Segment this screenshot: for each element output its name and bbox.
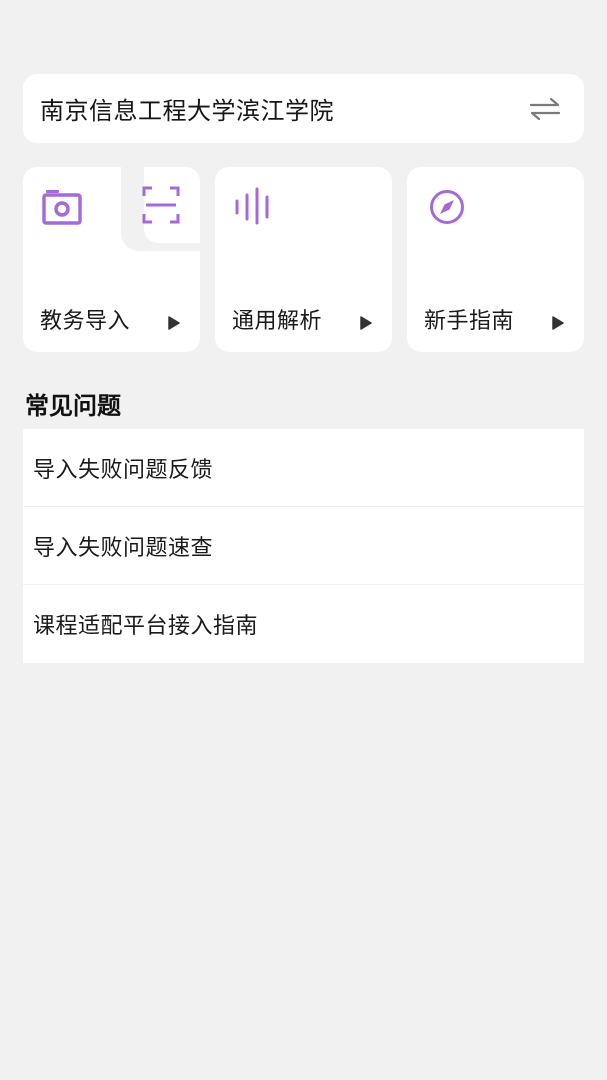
- faq-title: 常见问题: [25, 392, 121, 420]
- faq-item-import-quick-check[interactable]: 导入失败问题速查: [23, 507, 584, 585]
- swap-arrows-icon[interactable]: [528, 94, 562, 124]
- scan-icon[interactable]: [141, 185, 181, 229]
- faq-item-platform-guide[interactable]: 课程适配平台接入指南: [23, 585, 584, 663]
- import-card[interactable]: 教务导入: [23, 167, 200, 352]
- card-label: 通用解析: [232, 309, 323, 334]
- school-name: 南京信息工程大学滨江学院: [40, 97, 334, 125]
- play-arrow-icon: [551, 315, 565, 330]
- school-selector[interactable]: 南京信息工程大学滨江学院: [23, 74, 584, 143]
- faq-list: 导入失败问题反馈 导入失败问题速查 课程适配平台接入指南: [23, 429, 584, 663]
- play-arrow-icon: [167, 315, 181, 330]
- camera-icon[interactable]: [42, 187, 82, 229]
- compass-icon: [429, 189, 465, 229]
- beginner-guide-card[interactable]: 新手指南: [407, 167, 584, 352]
- card-label: 教务导入: [40, 309, 131, 334]
- general-parse-card[interactable]: 通用解析: [215, 167, 392, 352]
- card-label: 新手指南: [424, 309, 515, 334]
- play-arrow-icon: [359, 315, 373, 330]
- faq-item-import-feedback[interactable]: 导入失败问题反馈: [23, 429, 584, 507]
- voice-wave-icon: [233, 187, 275, 229]
